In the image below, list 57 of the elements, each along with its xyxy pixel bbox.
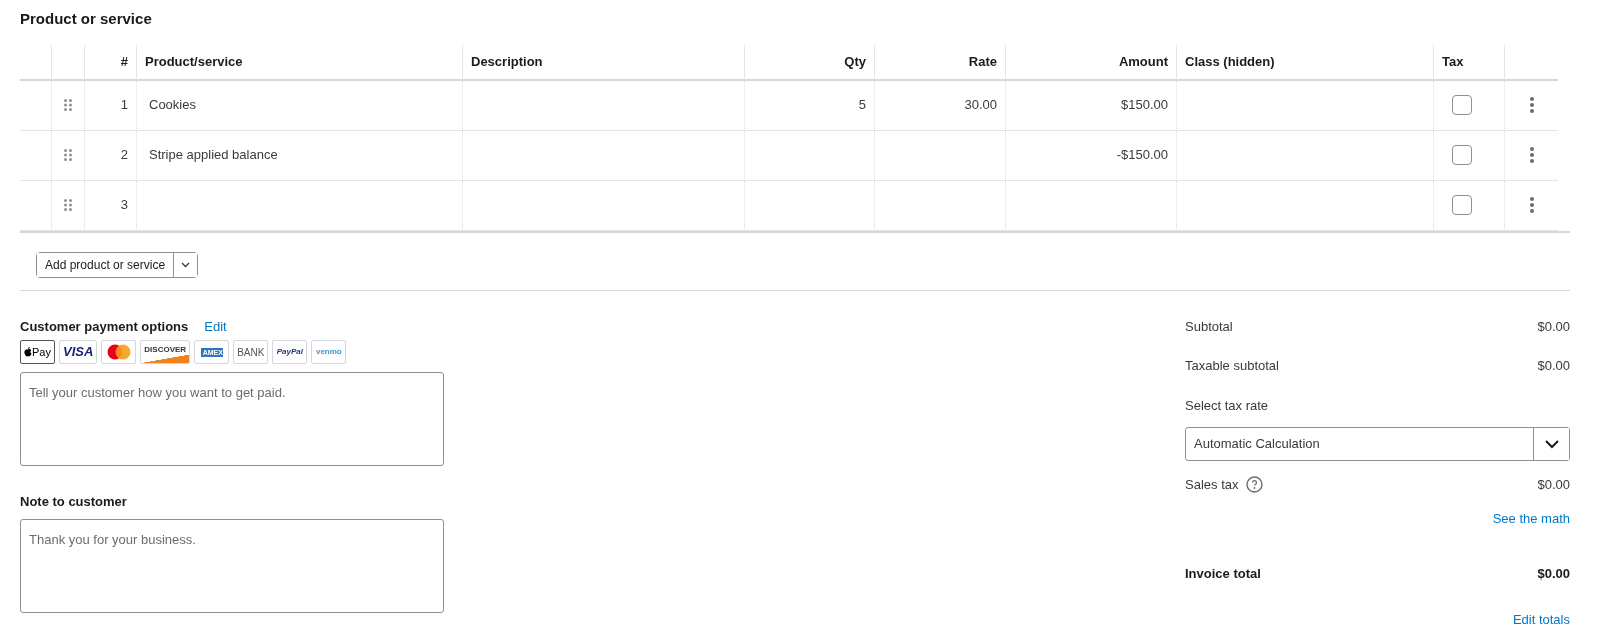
column-header: Class (hidden)	[1177, 44, 1434, 81]
edit-link[interactable]: Edit	[204, 316, 227, 336]
tax-rate-label: Select tax rate	[1185, 396, 1270, 415]
see-math-link[interactable]: See the math	[1492, 510, 1570, 526]
tax-checkbox[interactable]	[1452, 145, 1472, 165]
column-header: #	[85, 44, 137, 81]
note-field[interactable]: Thank you for your business.	[20, 519, 444, 613]
tax-checkbox[interactable]	[1452, 95, 1472, 115]
drag-handle-icon[interactable]	[64, 99, 72, 111]
chevron-down-icon	[1544, 439, 1559, 449]
total-value: $0.00	[1537, 317, 1570, 336]
payment-method-badge: BANK	[233, 340, 269, 364]
total-value: $0.00	[1537, 357, 1570, 375]
section-title: Product or service	[20, 9, 153, 29]
column-header: Rate	[875, 44, 1006, 81]
payment-method-badge: PayPal	[272, 340, 308, 364]
line-number: 3	[85, 180, 137, 231]
caret-icon[interactable]	[181, 262, 191, 269]
column-header: Amount	[1006, 44, 1177, 81]
total-label: Taxable subtotal	[1185, 357, 1279, 375]
column-header	[20, 44, 52, 81]
payment-method-badge: DISCOVER	[140, 340, 191, 364]
drag-handle-icon[interactable]	[64, 149, 72, 161]
table-cell: $150.00	[1006, 80, 1177, 131]
more-options-icon[interactable]	[1529, 197, 1534, 213]
table-cell: 5	[745, 80, 875, 131]
total-label: Invoice total	[1185, 565, 1261, 583]
line-number: 2	[85, 130, 137, 181]
note-label: Note to customer	[20, 492, 128, 511]
table-cell: 30.00	[875, 80, 1006, 131]
payment-method-badge: venmo	[311, 340, 347, 364]
column-header: Tax	[1434, 44, 1505, 81]
more-options-icon[interactable]	[1529, 97, 1534, 113]
edit-totals-link[interactable]: Edit totals	[1512, 611, 1570, 627]
total-label: Sales tax	[1185, 476, 1239, 494]
total-label: Subtotal	[1185, 317, 1233, 336]
total-value: $0.00	[1537, 476, 1570, 494]
table-cell: Cookies	[137, 80, 463, 131]
help-icon[interactable]	[1246, 476, 1264, 494]
add-product-split-button[interactable]: Add product or service	[36, 251, 199, 278]
drag-handle-icon[interactable]	[64, 199, 72, 211]
table-cell: Stripe applied balance	[137, 130, 463, 181]
column-header: Qty	[745, 44, 875, 81]
apple-icon	[24, 347, 32, 357]
overlapping-circles-icon	[105, 344, 132, 360]
payment-method-badge: Pay	[20, 340, 55, 364]
column-header: Product/service	[137, 44, 463, 81]
payment-options-label: Customer payment options	[20, 317, 189, 336]
line-number: 1	[85, 80, 137, 131]
table-cell: -$150.00	[1006, 130, 1177, 181]
total-value: $0.00	[1537, 565, 1570, 583]
column-header: Description	[463, 44, 745, 81]
payment-method-badge: VISA	[59, 340, 98, 364]
tax-checkbox[interactable]	[1452, 195, 1472, 215]
more-options-icon[interactable]	[1529, 147, 1534, 163]
tax-rate-dropdown[interactable]: Automatic Calculation	[1185, 427, 1570, 461]
payment-instructions-field[interactable]: Tell your customer how you want to get paid.	[20, 372, 444, 466]
